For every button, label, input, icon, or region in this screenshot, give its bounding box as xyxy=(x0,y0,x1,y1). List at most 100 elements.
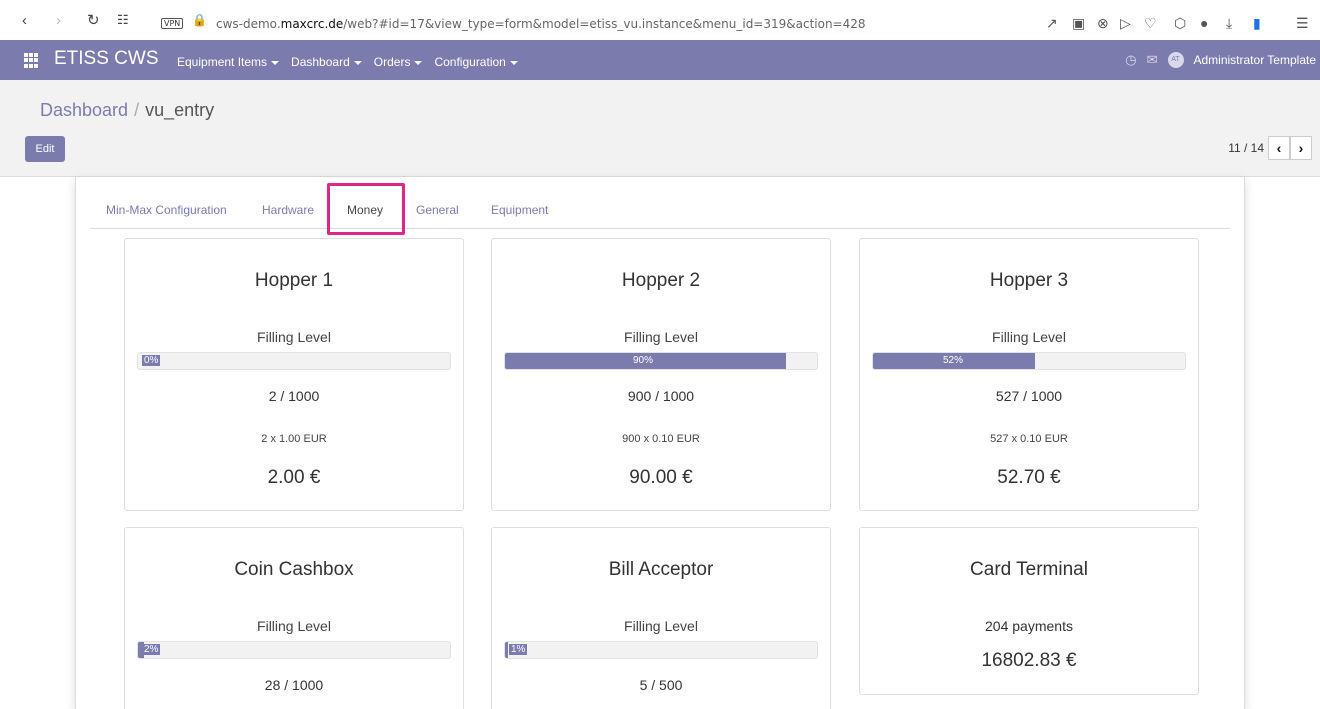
filling-level-label: Filling Level xyxy=(624,618,698,634)
address-bar[interactable]: cws-demo.maxcrc.de/web?#id=17&view_type=… xyxy=(216,17,866,31)
card-title: Coin Cashbox xyxy=(234,559,354,580)
app-brand[interactable]: ETISS CWS xyxy=(54,48,159,70)
menu-orders[interactable]: Orders xyxy=(374,55,423,69)
card-bill-acceptor: Bill Acceptor Filling Level 1% 5 / 500 xyxy=(491,527,831,709)
menu-label: Orders xyxy=(373,55,411,69)
block-icon[interactable]: ⊗ xyxy=(1097,15,1109,32)
avatar[interactable]: AT xyxy=(1167,52,1184,68)
payments-amount: 16802.83 € xyxy=(981,650,1077,671)
menu-configuration[interactable]: Configuration xyxy=(434,55,518,69)
card-title: Bill Acceptor xyxy=(608,559,714,580)
denomination: 2 x 1.00 EUR xyxy=(261,433,327,445)
activity-icon[interactable]: ◷ xyxy=(1125,52,1136,68)
previous-record-button[interactable]: ‹ xyxy=(1268,136,1290,160)
tab-general[interactable]: General xyxy=(416,203,459,217)
progress-text: 0% xyxy=(142,355,161,366)
caret-down-icon xyxy=(509,60,518,65)
heart-icon[interactable]: ♡ xyxy=(1144,15,1157,32)
fill-count: 5 / 500 xyxy=(639,677,683,693)
denomination: 900 x 0.10 EUR xyxy=(622,433,700,445)
lock-icon: 🔒 xyxy=(192,13,207,27)
caret-down-icon xyxy=(353,60,362,65)
menu-label: Configuration xyxy=(434,55,506,69)
share-icon[interactable]: ↗ xyxy=(1046,15,1058,32)
caret-down-icon xyxy=(414,60,423,65)
pager-value[interactable]: 11 / 14 xyxy=(1228,141,1264,155)
tab-equipment[interactable]: Equipment xyxy=(491,203,548,217)
card-hopper-2: Hopper 2 Filling Level 90% 900 / 1000 90… xyxy=(491,238,831,511)
breadcrumb-current: vu_entry xyxy=(145,100,215,120)
fill-count: 28 / 1000 xyxy=(264,677,324,693)
forward-icon[interactable]: › xyxy=(56,13,61,28)
progress-text: 90% xyxy=(633,355,654,366)
control-panel: Dashboard / vu_entry Edit 11 / 14 ‹ › xyxy=(0,80,1320,177)
progress-text: 2% xyxy=(142,644,161,655)
card-title: Card Terminal xyxy=(970,559,1088,580)
total-value: 2.00 € xyxy=(267,467,321,488)
menu-equipment-items[interactable]: Equipment Items xyxy=(177,55,280,69)
denomination: 527 x 0.10 EUR xyxy=(990,433,1068,445)
top-navbar: ETISS CWS Equipment Items Dashboard Orde… xyxy=(0,40,1320,80)
filling-level-label: Filling Level xyxy=(257,329,331,345)
profile-icon[interactable]: ● xyxy=(1200,15,1208,31)
progress-text: 1% xyxy=(509,644,528,655)
back-icon[interactable]: ‹ xyxy=(22,13,27,28)
filling-level-label: Filling Level xyxy=(624,329,698,345)
messages-icon[interactable]: ✉ xyxy=(1147,52,1158,68)
main-menu: Equipment Items Dashboard Orders Configu… xyxy=(177,55,530,69)
fill-count: 527 / 1000 xyxy=(995,388,1063,404)
progress-bar: 2% xyxy=(137,641,451,659)
vpn-badge[interactable]: VPN xyxy=(161,18,184,29)
battery-icon[interactable]: ▮ xyxy=(1253,15,1261,32)
download-icon[interactable]: ⤓ xyxy=(1226,15,1232,32)
breadcrumb: Dashboard / vu_entry xyxy=(40,100,214,121)
url-path: /web?#id=17&view_type=form&model=etiss_v… xyxy=(343,17,866,31)
notebook-tabs: Min-Max Configuration Hardware Money Gen… xyxy=(90,197,1230,229)
card-title: Hopper 1 xyxy=(254,270,334,291)
edit-button[interactable]: Edit xyxy=(25,136,65,162)
card-title: Hopper 3 xyxy=(989,270,1069,291)
extension-icon[interactable]: ⬡ xyxy=(1174,15,1186,32)
progress-bar: 90% xyxy=(504,352,818,370)
url-domain: maxcrc.de xyxy=(280,17,344,31)
tab-highlight-box xyxy=(327,183,405,235)
form-sheet: Min-Max Configuration Hardware Money Gen… xyxy=(75,177,1245,709)
progress-text: 52% xyxy=(943,355,964,366)
menu-dashboard[interactable]: Dashboard xyxy=(291,55,362,69)
card-hopper-1: Hopper 1 Filling Level 0% 2 / 1000 2 x 1… xyxy=(124,238,464,511)
total-value: 52.70 € xyxy=(997,467,1061,488)
apps-menu-icon[interactable] xyxy=(24,53,39,68)
breadcrumb-parent[interactable]: Dashboard xyxy=(40,100,128,120)
fill-count: 2 / 1000 xyxy=(268,388,320,404)
menu-icon[interactable]: ☰ xyxy=(1296,15,1309,32)
menu-label: Dashboard xyxy=(291,55,350,69)
reload-icon[interactable]: ↻ xyxy=(87,13,100,28)
total-value: 90.00 € xyxy=(629,467,693,488)
user-menu[interactable]: Administrator Template xyxy=(1194,53,1317,67)
progress-bar: 52% xyxy=(872,352,1186,370)
tab-hardware[interactable]: Hardware xyxy=(262,203,314,217)
apps-grid-icon[interactable]: ☷ xyxy=(117,13,129,26)
next-record-button[interactable]: › xyxy=(1290,136,1312,160)
filling-level-label: Filling Level xyxy=(992,329,1066,345)
caret-down-icon xyxy=(271,60,280,65)
fill-count: 900 / 1000 xyxy=(627,388,695,404)
card-title: Hopper 2 xyxy=(621,270,701,291)
card-hopper-3: Hopper 3 Filling Level 52% 527 / 1000 52… xyxy=(859,238,1199,511)
progress-bar: 0% xyxy=(137,352,451,370)
menu-label: Equipment Items xyxy=(177,55,268,69)
screenshot-icon[interactable]: ▣ xyxy=(1072,15,1085,32)
navbar-right: ◷ ✉ AT Administrator Template xyxy=(1125,52,1316,68)
filling-level-label: Filling Level xyxy=(257,618,331,634)
progress-fill xyxy=(505,642,509,658)
payments-count: 204 payments xyxy=(985,618,1073,634)
url-prefix: cws-demo. xyxy=(216,17,281,31)
play-icon[interactable]: ▷ xyxy=(1120,15,1131,32)
card-coin-cashbox: Coin Cashbox Filling Level 2% 28 / 1000 xyxy=(124,527,464,709)
browser-toolbar: ‹ › ↻ ☷ VPN 🔒 cws-demo.maxcrc.de/web?#id… xyxy=(0,0,1320,40)
progress-bar: 1% xyxy=(504,641,818,659)
card-card-terminal: Card Terminal 204 payments 16802.83 € xyxy=(859,527,1199,695)
breadcrumb-separator: / xyxy=(134,100,140,120)
pager: 11 / 14 ‹ › xyxy=(1228,136,1312,160)
tab-min-max-configuration[interactable]: Min-Max Configuration xyxy=(106,203,227,217)
